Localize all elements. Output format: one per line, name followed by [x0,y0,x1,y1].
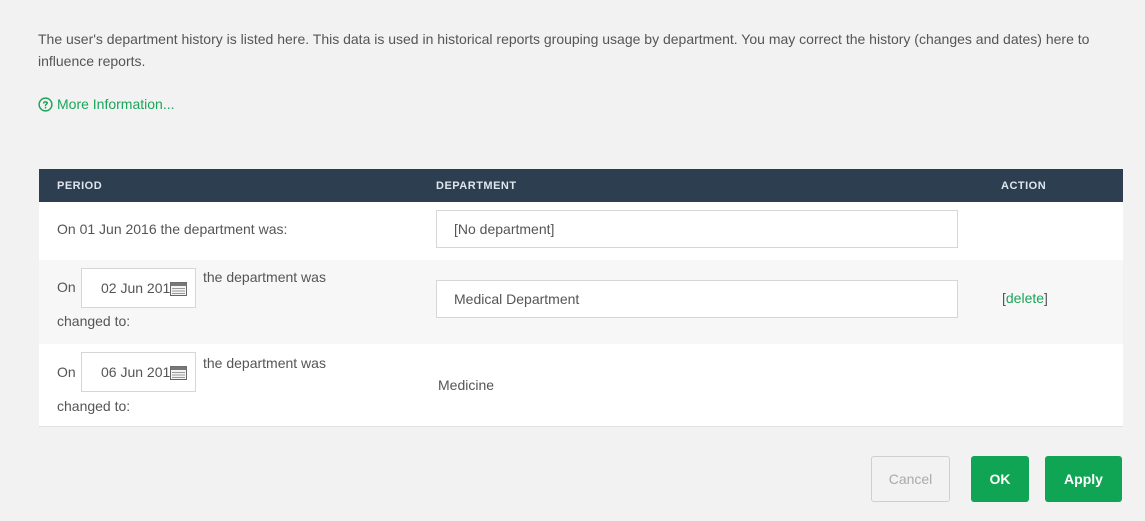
department-field[interactable]: Medical Department [436,280,958,318]
on-label: On [57,279,76,295]
changed-text-continued: changed to: [57,398,131,414]
changed-text: the department was [203,355,326,371]
more-information-link[interactable]: More Information... [38,96,175,112]
date-value: 06 Jun 2016 [101,364,179,380]
changed-text: the department was [203,269,326,285]
date-picker-field[interactable]: 06 Jun 2016 [81,352,196,392]
date-value: 02 Jun 2016 [101,280,179,296]
cancel-button[interactable]: Cancel [871,456,950,502]
header-action: ACTION [1001,180,1047,192]
help-circle-icon [38,96,53,112]
changed-text-continued: changed to: [57,313,131,329]
more-information-label: More Information... [57,96,175,112]
delete-action[interactable]: [delete] [1002,290,1048,306]
ok-button[interactable]: OK [971,456,1029,502]
table-row: On 01 Jun 2016 the department was: [No d… [39,202,1123,260]
calendar-icon[interactable] [170,282,187,296]
department-history-table: PERIOD DEPARTMENT ACTION On 01 Jun 2016 … [39,169,1123,427]
table-row: On 06 Jun 2016 the department was change… [39,344,1123,426]
intro-text: The user's department history is listed … [38,31,1090,69]
table-row: On 02 Jun 2016 the department was change… [39,260,1123,344]
period-text: On 01 Jun 2016 the department was: [57,221,288,237]
table-header: PERIOD DEPARTMENT ACTION [39,169,1123,202]
bracket-close: ] [1044,290,1048,306]
on-label: On [57,364,76,380]
date-picker-field[interactable]: 02 Jun 2016 [81,268,196,308]
delete-link[interactable]: delete [1006,290,1044,306]
apply-button[interactable]: Apply [1045,456,1122,502]
calendar-icon[interactable] [170,366,187,380]
header-department: DEPARTMENT [436,180,517,192]
department-value: Medicine [438,377,495,393]
header-period: PERIOD [57,180,103,192]
department-field[interactable]: [No department] [436,210,958,248]
